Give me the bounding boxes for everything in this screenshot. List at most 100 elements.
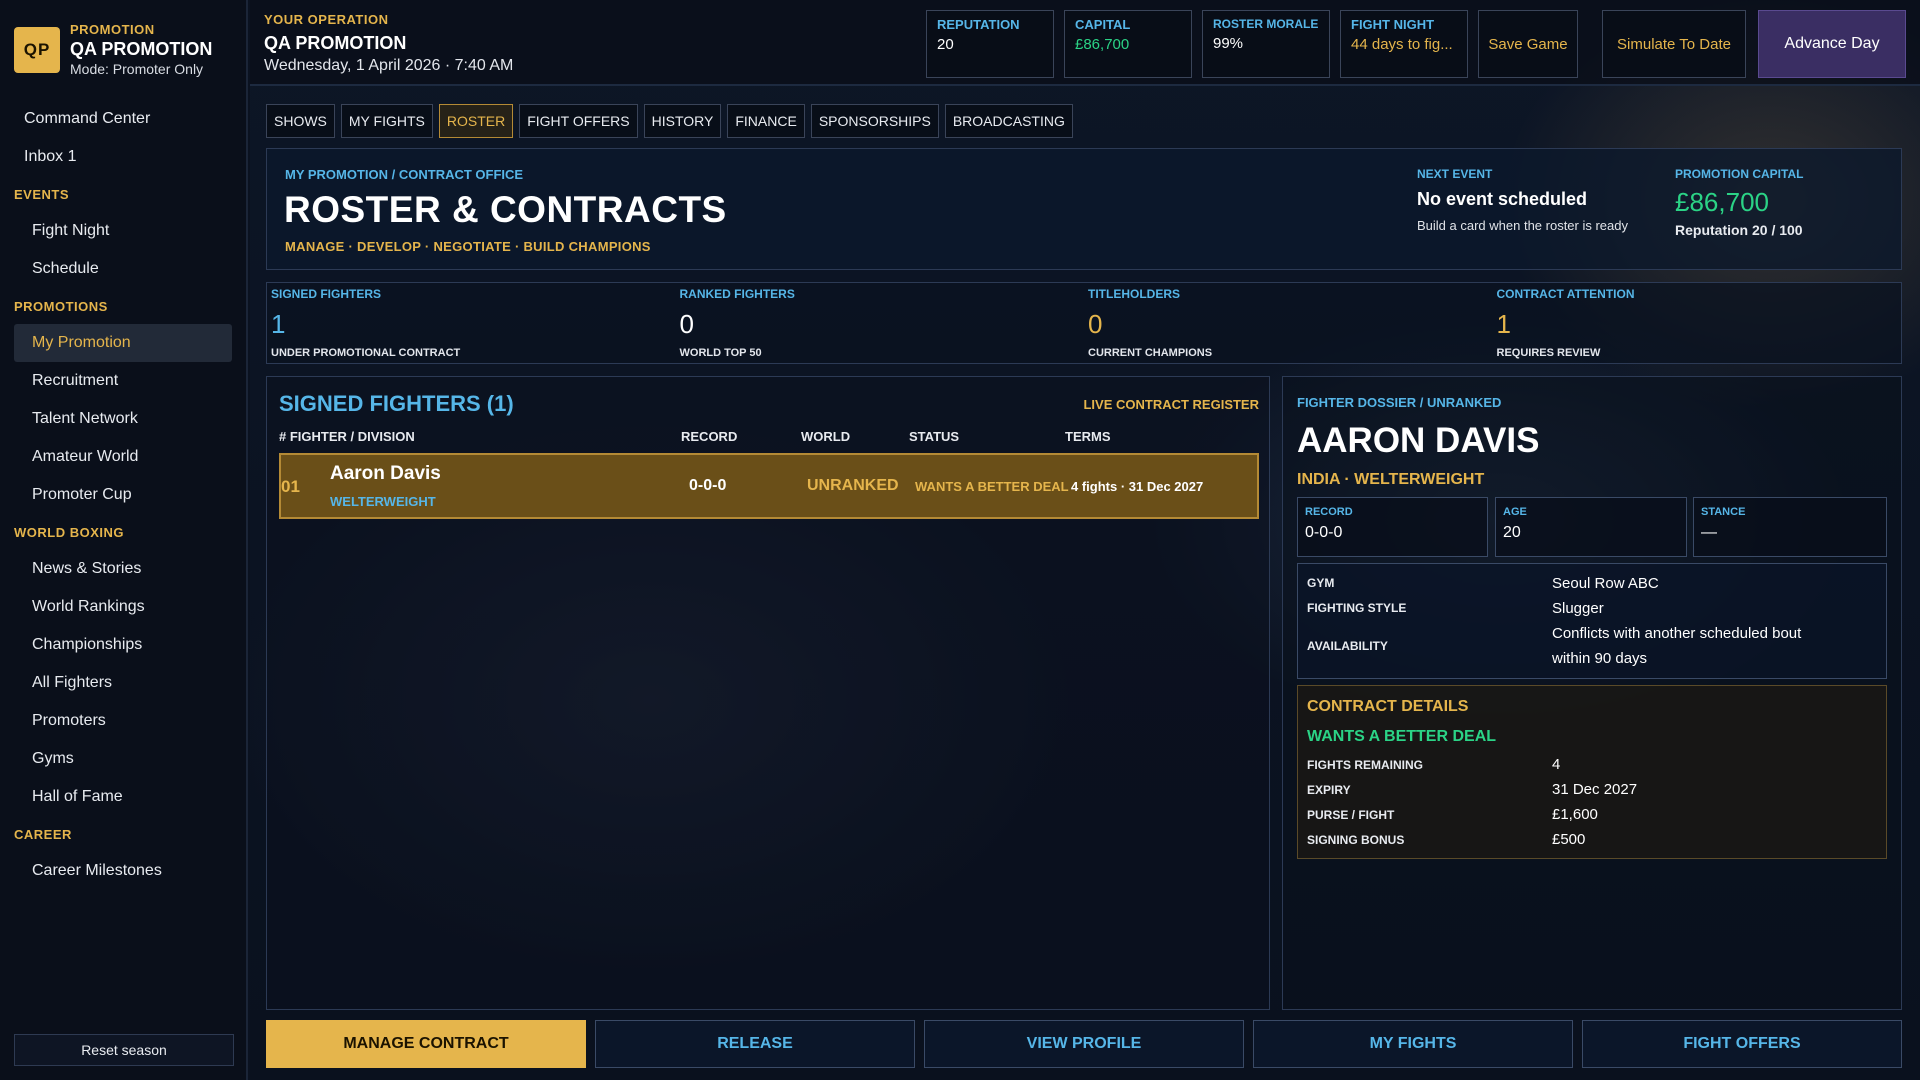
sidebar-item-all-fighters[interactable]: All Fighters [0,664,246,702]
kpi-label: TITLEHOLDERS [1088,287,1180,301]
availability-value-line1: Conflicts with another scheduled bout [1552,625,1802,642]
sidebar-item-career-milestones[interactable]: Career Milestones [0,852,246,890]
sidebar-item-hall-of-fame[interactable]: Hall of Fame [0,778,246,816]
reputation-stat: REPUTATION 20 [926,10,1054,78]
contract-details-title: CONTRACT DETAILS [1307,698,1469,715]
sidebar-item-recruitment[interactable]: Recruitment [0,362,246,400]
sidebar-section-career: CAREER [14,826,72,842]
stat-label: FIGHT NIGHT [1351,17,1435,32]
reputation-summary: Reputation 20 / 100 [1675,222,1803,238]
tab-shows[interactable]: SHOWS [266,104,335,138]
sidebar-item-command-center[interactable]: Command Center [0,100,246,138]
simulate-to-date-button[interactable]: Simulate To Date [1602,10,1746,78]
stat-label: REPUTATION [937,17,1020,32]
kpi-value: 0 [1088,309,1103,339]
column-header-world: WORLD [801,429,851,444]
signed-fighters-panel: SIGNED FIGHTERS (1) LIVE CONTRACT REGIST… [266,376,1270,1010]
tab-finance[interactable]: FINANCE [727,104,805,138]
sidebar-item-news-stories[interactable]: News & Stories [0,550,246,588]
view-profile-button[interactable]: VIEW PROFILE [924,1020,1244,1068]
next-event-label: NEXT EVENT [1417,167,1493,181]
next-event-title: No event scheduled [1417,189,1588,209]
stance-label: STANCE [1701,506,1746,518]
tab-sponsorships[interactable]: SPONSORSHIPS [810,104,939,138]
my-fights-button[interactable]: MY FIGHTS [1253,1020,1573,1068]
kpi-label: RANKED FIGHTERS [679,287,795,301]
dossier-nationality-division: INDIA · WELTERWEIGHT [1297,471,1485,488]
availability-label: AVAILABILITY [1307,639,1388,653]
contract-terms: 4 fights · 31 Dec 2027 [1071,479,1204,494]
fights-remaining-value: 4 [1552,756,1561,773]
advance-day-button[interactable]: Advance Day [1758,10,1906,78]
sidebar-item-inbox-1[interactable]: Inbox 1 [0,138,246,176]
kpi-value: 0 [679,309,694,339]
live-contract-register-label: LIVE CONTRACT REGISTER [1083,397,1259,412]
next-event-block: NEXT EVENT No event scheduled Build a ca… [1417,167,1628,233]
column-header-status: STATUS [909,429,960,444]
kpi-subtitle: CURRENT CHAMPIONS [1088,347,1213,359]
capital-stat: CAPITAL £86,700 [1064,10,1192,78]
sidebar-item-gyms[interactable]: Gyms [0,740,246,778]
tab-broadcasting[interactable]: BROADCASTING [944,104,1073,138]
fight-offers-button[interactable]: FIGHT OFFERS [1582,1020,1902,1068]
brand: QP PROMOTION QA PROMOTION Mode: Promoter… [0,0,246,86]
roster-header-panel: MY PROMOTION / CONTRACT OFFICE ROSTER & … [266,148,1902,270]
sidebar-section-promotions: PROMOTIONS [14,298,108,314]
kpi-subtitle: REQUIRES REVIEW [1496,347,1601,359]
stat-value: £86,700 [1075,36,1130,53]
promotion-capital-value: £86,700 [1675,187,1769,217]
tab-fight-offers[interactable]: FIGHT OFFERS [519,104,638,138]
signed-fighters-title: SIGNED FIGHTERS (1) [279,391,514,416]
sidebar-item-fight-night[interactable]: Fight Night [0,212,246,250]
tab-history[interactable]: HISTORY [643,104,722,138]
sidebar-item-schedule[interactable]: Schedule [0,250,246,288]
sidebar-item-championships[interactable]: Championships [0,626,246,664]
brand-kicker: PROMOTION [70,21,155,37]
row-number: 01 [281,477,300,496]
sidebar-item-promoter-cup[interactable]: Promoter Cup [0,476,246,514]
dossier-fighter-name: AARON DAVIS [1297,421,1540,460]
purse-per-fight-label: PURSE / FIGHT [1307,808,1395,822]
breadcrumb: MY PROMOTION / CONTRACT OFFICE [285,167,524,182]
signing-bonus-label: SIGNING BONUS [1307,833,1405,847]
fighter-info-box: GYM Seoul Row ABC FIGHTING STYLE Slugger… [1297,563,1887,679]
fighter-dossier-panel: FIGHTER DOSSIER / UNRANKED AARON DAVIS I… [1282,376,1902,1010]
manage-contract-button[interactable]: MANAGE CONTRACT [266,1020,586,1068]
record-box: RECORD 0-0-0 [1297,497,1488,557]
sidebar-item-amateur-world[interactable]: Amateur World [0,438,246,476]
stat-value: 44 days to fig... [1351,36,1453,53]
dossier-breadcrumb: FIGHTER DOSSIER / UNRANKED [1297,395,1502,410]
stat-label: ROSTER MORALE [1213,17,1319,31]
column-header-terms: TERMS [1065,429,1111,444]
age-label: AGE [1503,506,1527,518]
sidebar-item-talent-network[interactable]: Talent Network [0,400,246,438]
reset-season-button[interactable]: Reset season [14,1034,234,1066]
sidebar-item-world-rankings[interactable]: World Rankings [0,588,246,626]
sidebar-item-my-promotion[interactable]: My Promotion [14,324,232,362]
next-event-subtitle: Build a card when the roster is ready [1417,218,1628,233]
stance-box: STANCE — [1693,497,1887,557]
kpi-label: SIGNED FIGHTERS [271,287,382,301]
contract-details-box: CONTRACT DETAILS WANTS A BETTER DEAL FIG… [1297,685,1887,859]
release-button[interactable]: RELEASE [595,1020,915,1068]
purse-per-fight-value: £1,600 [1552,806,1598,823]
kpi-titleholders: TITLEHOLDERS 0 CURRENT CHAMPIONS [1084,283,1493,363]
section-tabs: SHOWS MY FIGHTS ROSTER FIGHT OFFERS HISTORY F… [266,104,1073,138]
table-row[interactable]: 01 Aaron Davis WELTERWEIGHT 0-0-0 UNRANK… [279,453,1259,519]
kpi-subtitle: WORLD TOP 50 [679,347,762,359]
sidebar-nav: Command Center Inbox 1 EVENTS Fight Night Sc… [0,86,246,890]
operation-name: QA PROMOTION [264,33,407,53]
tab-my-fights[interactable]: MY FIGHTS [340,104,433,138]
fights-remaining-label: FIGHTS REMAINING [1307,758,1423,772]
tab-roster[interactable]: ROSTER [438,104,514,138]
stance-value: — [1701,524,1717,541]
kpi-subtitle: UNDER PROMOTIONAL CONTRACT [271,347,461,359]
sidebar-section-world-boxing: WORLD BOXING [14,524,124,540]
operation-kicker: YOUR OPERATION [264,12,389,27]
gym-label: GYM [1307,576,1335,590]
sidebar-item-promoters[interactable]: Promoters [0,702,246,740]
save-game-button[interactable]: Save Game [1478,10,1578,78]
page-title: ROSTER & CONTRACTS [284,189,727,230]
expiry-value: 31 Dec 2027 [1552,781,1638,798]
fight-night-stat[interactable]: FIGHT NIGHT 44 days to fig... [1340,10,1468,78]
